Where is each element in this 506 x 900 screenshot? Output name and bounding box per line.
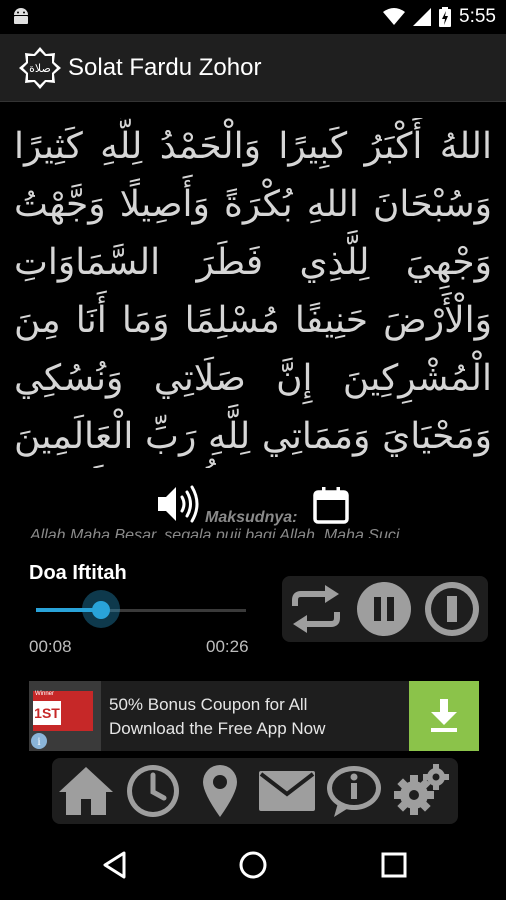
android-icon (14, 8, 28, 24)
ad-image-badge: 1ST (33, 701, 61, 725)
battery-charging-icon (439, 7, 452, 27)
nav-mail-button[interactable] (255, 760, 319, 822)
settings-icon (394, 764, 449, 815)
app-logo-icon: صلاة (19, 47, 61, 89)
home-circle-icon[interactable] (238, 850, 268, 880)
ad-download-button[interactable] (409, 681, 479, 751)
meaning-row: Maksudnya: (0, 484, 506, 526)
nav-time-button[interactable] (121, 760, 185, 822)
total-time: 00:26 (206, 637, 249, 656)
ad-image-tag: Winner (35, 691, 55, 697)
translation-text: Allah Maha Besar, segala puji bagi Allah… (30, 527, 400, 538)
nav-info-button[interactable] (322, 760, 386, 822)
nav-location-button[interactable] (188, 760, 252, 822)
nav-settings-button[interactable] (389, 760, 453, 822)
clock-icon (127, 765, 179, 817)
status-bar: 5:55 (0, 0, 506, 33)
back-icon[interactable] (100, 850, 130, 880)
location-icon (203, 765, 237, 817)
ad-info-icon[interactable]: i (31, 733, 47, 749)
seek-thumb[interactable] (92, 601, 110, 619)
info-icon (327, 766, 381, 817)
player-controls (282, 576, 488, 642)
ad-line-2: Download the Free App Now (109, 719, 326, 738)
pause-icon (357, 582, 411, 636)
repeat-icon (292, 585, 340, 633)
prayer-arabic-text: اللهُ أَكْبَرُ كَبِيرًا وَالْحَمْدُ لِلَ… (14, 126, 492, 457)
track-title: Doa Iftitah (29, 562, 127, 584)
seek-bar[interactable] (36, 590, 246, 628)
system-navigation-bar (0, 830, 506, 900)
page-title: Solat Fardu Zohor (68, 54, 262, 81)
recents-icon[interactable] (379, 850, 409, 880)
mail-icon (259, 771, 315, 811)
speaker-icon[interactable] (156, 484, 202, 524)
pause-button[interactable] (354, 580, 414, 638)
stop-icon (425, 582, 479, 636)
current-time: 00:08 (29, 637, 72, 656)
wifi-icon (383, 8, 406, 25)
ad-text: 50% Bonus Coupon for All Download the Fr… (109, 693, 409, 741)
app-logo-text: صلاة (29, 62, 51, 75)
ad-image: Winner 1ST i (29, 681, 101, 751)
bottom-nav (52, 758, 458, 824)
calendar-icon[interactable] (312, 486, 350, 524)
home-icon (59, 767, 113, 815)
ad-line-1: 50% Bonus Coupon for All (109, 695, 308, 714)
clock-time: 5:55 (459, 6, 496, 27)
nav-home-button[interactable] (54, 760, 118, 822)
app-bar: صلاة Solat Fardu Zohor (0, 34, 506, 102)
download-icon (431, 699, 457, 732)
repeat-button[interactable] (286, 580, 346, 638)
signal-icon (413, 8, 432, 26)
stop-button[interactable] (422, 580, 482, 638)
ad-banner[interactable]: Winner 1ST i 50% Bonus Coupon for All Do… (29, 681, 479, 751)
